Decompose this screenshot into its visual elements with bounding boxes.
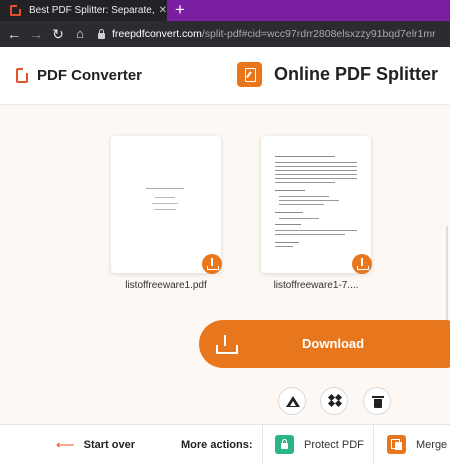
doc-text-line: [275, 156, 335, 158]
merge-pdf-button[interactable]: Merge P: [387, 435, 450, 454]
file-name: listoffreeware1.pdf: [125, 280, 207, 291]
dropbox-icon: [327, 393, 343, 408]
site-header: PDF Converter Online PDF Splitter: [0, 47, 450, 105]
protect-pdf-button[interactable]: Protect PDF: [275, 435, 364, 454]
lock-icon: [275, 435, 294, 454]
browser-tab[interactable]: Best PDF Splitter: Separate, Extra ✕: [0, 0, 167, 21]
page-title: Online PDF Splitter: [274, 64, 439, 84]
download-file-icon[interactable]: [202, 254, 222, 274]
lock-icon: [98, 28, 105, 39]
start-over-button[interactable]: ⟵ Start over: [56, 437, 135, 453]
new-tab-button[interactable]: +: [175, 1, 185, 19]
dropbox-button[interactable]: [320, 387, 348, 415]
doc-text-line: [275, 242, 299, 244]
pdf-logo-icon: [16, 68, 28, 83]
more-actions-label: More actions:: [181, 439, 253, 451]
download-button[interactable]: Download: [199, 320, 450, 368]
result-area: listoffreeware1.pdf listoffreeware1-7...…: [0, 106, 450, 424]
doc-text-line: [275, 182, 335, 183]
doc-text-line: [275, 212, 303, 214]
merge-icon: [387, 435, 406, 454]
doc-text-line: [275, 166, 357, 167]
site-logo[interactable]: PDF Converter: [16, 67, 142, 84]
doc-text-line: [279, 218, 319, 219]
browser-toolbar: ← → ↻ ⌂ freepdfconvert.com/split-pdf#cid…: [0, 21, 450, 47]
doc-text-line: [275, 162, 357, 163]
doc-text-line: [275, 170, 357, 171]
delete-button[interactable]: [363, 387, 391, 415]
tool-heading: Online PDF Splitter: [237, 62, 438, 87]
doc-text-line: [155, 197, 175, 198]
doc-text-line: [146, 188, 184, 190]
forward-icon[interactable]: →: [25, 21, 47, 47]
doc-text-line: [279, 204, 324, 205]
logo-text: PDF Converter: [37, 67, 143, 84]
url-path: /split-pdf#cid=wcc97rdrr2808elsxzzy91bqd…: [201, 28, 436, 40]
doc-text-line: [275, 230, 357, 231]
split-pdf-icon: [237, 62, 262, 87]
merge-pdf-label: Merge P: [416, 438, 450, 451]
divider: [373, 425, 374, 464]
doc-text-line: [279, 196, 329, 197]
reload-icon[interactable]: ↻: [47, 21, 69, 47]
address-bar[interactable]: freepdfconvert.com/split-pdf#cid=wcc97rd…: [96, 24, 450, 44]
file-thumbnail[interactable]: [261, 136, 372, 274]
google-drive-icon: [286, 396, 300, 407]
tab-title: Best PDF Splitter: Separate, Extra: [28, 5, 155, 16]
browser-tab-bar: Best PDF Splitter: Separate, Extra ✕ +: [0, 0, 450, 21]
download-icon: [216, 335, 238, 354]
doc-text-line: [152, 203, 178, 204]
doc-text-line: [275, 224, 301, 226]
file-thumbnail[interactable]: [111, 136, 222, 274]
doc-text-line: [275, 174, 357, 175]
arrow-left-icon: ⟵: [56, 437, 75, 452]
doc-text-line: [275, 178, 357, 179]
trash-icon: [372, 396, 384, 408]
protect-pdf-label: Protect PDF: [304, 438, 364, 451]
doc-text-line: [275, 190, 305, 192]
doc-text-line: [279, 200, 339, 201]
download-label: Download: [302, 336, 365, 351]
site-favicon-icon: [10, 5, 21, 16]
tab-close-icon[interactable]: ✕: [159, 5, 167, 16]
google-drive-button[interactable]: [278, 387, 306, 415]
download-file-icon[interactable]: [352, 254, 372, 274]
doc-text-line: [154, 209, 176, 210]
doc-text-line: [275, 234, 345, 235]
back-icon[interactable]: ←: [3, 21, 25, 47]
footer-action-bar: ⟵ Start over More actions: Protect PDF M…: [0, 424, 450, 464]
url-host: freepdfconvert.com: [112, 28, 202, 40]
file-name: listoffreeware1-7....: [273, 280, 359, 291]
doc-text-line: [275, 246, 293, 247]
divider: [262, 425, 263, 464]
start-over-label: Start over: [83, 439, 135, 451]
home-icon[interactable]: ⌂: [69, 21, 91, 47]
